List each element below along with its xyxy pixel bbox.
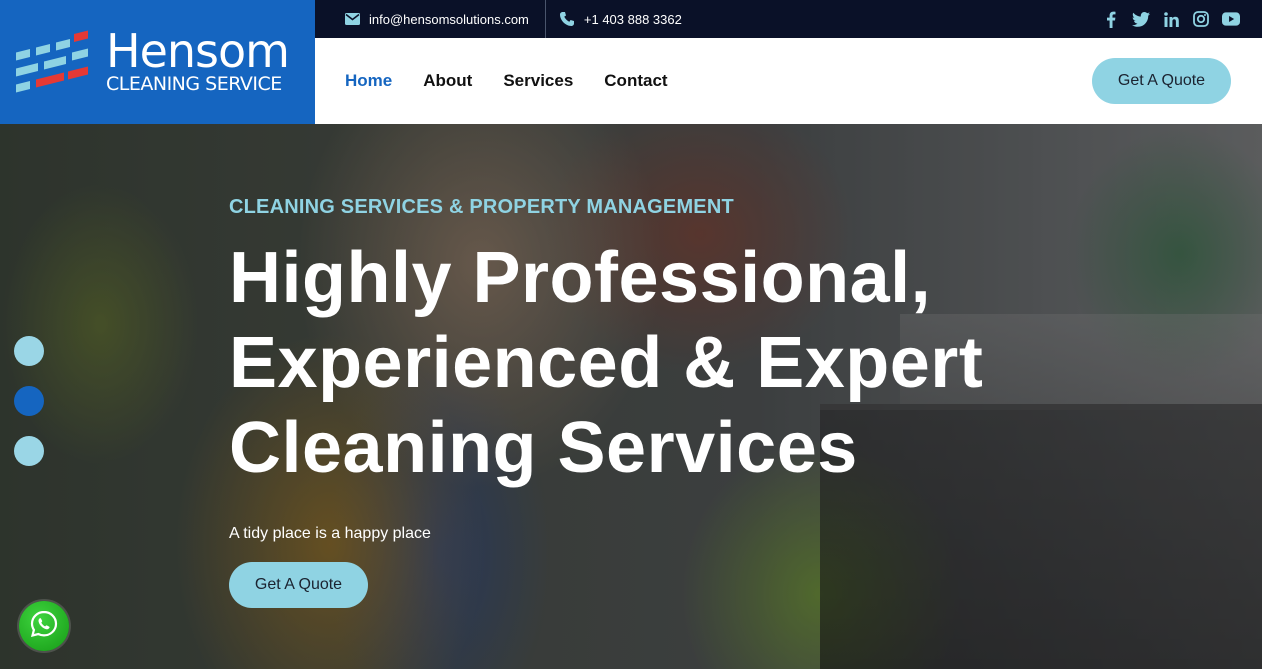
- phone-icon: [559, 11, 575, 27]
- hero-title: Highly Professional, Experienced & Exper…: [229, 236, 1049, 491]
- logo-tagline: CLEANING SERVICE: [106, 73, 282, 95]
- social-links: [1102, 10, 1262, 28]
- nav-get-quote-button[interactable]: Get A Quote: [1092, 58, 1231, 104]
- slider-dot-active[interactable]: [14, 386, 44, 416]
- instagram-icon[interactable]: [1192, 10, 1210, 28]
- twitter-icon[interactable]: [1132, 10, 1150, 28]
- slider-dots: [14, 336, 44, 466]
- main-nav: Home About Services Contact Get A Quote: [315, 38, 1262, 124]
- site-logo[interactable]: Hensom CLEANING SERVICE: [0, 0, 315, 124]
- nav-item-about[interactable]: About: [423, 71, 472, 91]
- nav-item-contact[interactable]: Contact: [604, 71, 667, 91]
- logo-brand: Hensom: [106, 24, 290, 78]
- nav-menu: Home About Services Contact: [315, 71, 668, 91]
- facebook-icon[interactable]: [1102, 10, 1120, 28]
- topbar-email[interactable]: info@hensomsolutions.com: [315, 0, 546, 38]
- hero-title-line3: Cleaning Services: [229, 408, 858, 488]
- topbar-phone[interactable]: +1 403 888 3362: [546, 0, 698, 38]
- hero-subtitle: A tidy place is a happy place: [229, 525, 431, 542]
- nav-item-home[interactable]: Home: [345, 71, 392, 91]
- linkedin-icon[interactable]: [1162, 10, 1180, 28]
- nav-item-services[interactable]: Services: [503, 71, 573, 91]
- top-info-bar: info@hensomsolutions.com +1 403 888 3362: [315, 0, 1262, 38]
- topbar-phone-text[interactable]: +1 403 888 3362: [584, 12, 682, 27]
- slider-dot[interactable]: [14, 336, 44, 366]
- envelope-icon: [345, 13, 360, 25]
- topbar-email-text[interactable]: info@hensomsolutions.com: [369, 12, 529, 27]
- slider-dot[interactable]: [14, 436, 44, 466]
- hero-kicker: CLEANING SERVICES & PROPERTY MANAGEMENT: [229, 196, 734, 218]
- hero-content: CLEANING SERVICES & PROPERTY MANAGEMENT …: [229, 196, 1049, 608]
- hero-banner: CLEANING SERVICES & PROPERTY MANAGEMENT …: [0, 124, 1262, 669]
- whatsapp-button[interactable]: [19, 601, 69, 651]
- logo-mark-icon: [14, 23, 92, 101]
- youtube-icon[interactable]: [1222, 10, 1240, 28]
- hero-get-quote-button[interactable]: Get A Quote: [229, 562, 368, 608]
- hero-title-line1: Highly Professional,: [229, 238, 932, 318]
- whatsapp-icon: [29, 609, 59, 644]
- hero-title-line2: Experienced & Expert: [229, 323, 984, 403]
